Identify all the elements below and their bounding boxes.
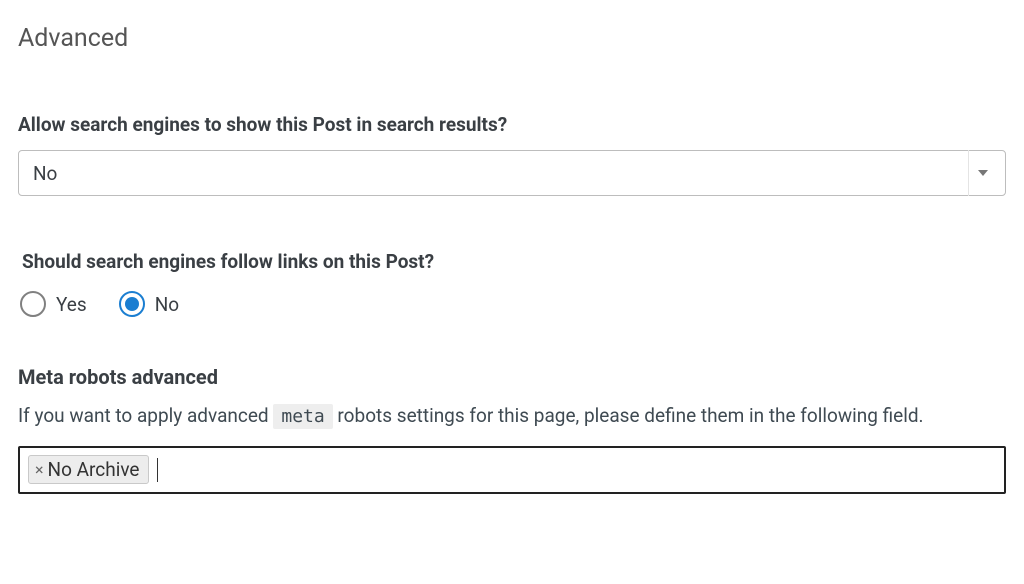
radio-label-yes: Yes xyxy=(56,293,87,316)
close-icon[interactable]: × xyxy=(35,462,44,478)
tag-no-archive[interactable]: × No Archive xyxy=(28,455,149,484)
meta-robots-input[interactable]: × No Archive xyxy=(18,446,1006,494)
helper-pre: If you want to apply advanced xyxy=(18,404,273,427)
helper-post: robots settings for this page, please de… xyxy=(333,404,924,427)
meta-robots-helper: If you want to apply advanced meta robot… xyxy=(18,401,1006,432)
follow-links-no[interactable]: No xyxy=(119,291,179,317)
helper-code: meta xyxy=(273,404,332,429)
follow-links-label: Should search engines follow links on th… xyxy=(22,250,1006,273)
radio-icon xyxy=(119,291,145,317)
allow-search-select[interactable]: No xyxy=(18,150,1006,196)
text-cursor xyxy=(157,458,158,482)
follow-links-yes[interactable]: Yes xyxy=(20,291,87,317)
section-title: Advanced xyxy=(18,24,1006,53)
tag-label: No Archive xyxy=(48,458,140,481)
allow-search-value: No xyxy=(33,162,57,185)
radio-icon xyxy=(20,291,46,317)
radio-label-no: No xyxy=(155,293,179,316)
follow-links-radio-group: Yes No xyxy=(18,291,1006,317)
meta-robots-label: Meta robots advanced xyxy=(18,365,1006,389)
allow-search-label: Allow search engines to show this Post i… xyxy=(18,113,1006,136)
